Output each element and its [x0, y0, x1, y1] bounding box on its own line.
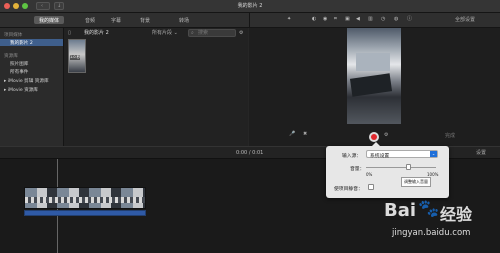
volume-min-label: 0% [366, 172, 373, 177]
clip-filmstrip [25, 197, 145, 203]
tab-my-media[interactable]: 我的媒体 [34, 16, 65, 24]
sidebar-section-project-media: 项目媒体 [4, 33, 23, 38]
viewer: 🎤 ✖ ⚙ 完成 [249, 28, 500, 146]
crop-icon[interactable]: ⌗ [334, 17, 337, 22]
timecode-readout: 0:00 / 0:01 [236, 150, 264, 156]
cross-icon[interactable]: ✖ [303, 132, 307, 137]
video-preview [347, 28, 401, 124]
popover-arrow [372, 142, 380, 146]
clip-filter-select[interactable]: 所有片段 ⌄ [152, 31, 178, 36]
media-clip-thumbnail[interactable]: 1.0 秒 [68, 39, 86, 73]
sidebar-item-imovie-library[interactable]: ▸ iMovie 资源库 [4, 87, 38, 93]
voiceover-popover: 输入源： 系统设置 ⌄ 音量： 0% 100% 调整输入音量 使项目静音： [326, 142, 449, 198]
sidebar-section-libraries: 资源库 [4, 54, 18, 59]
mute-project-label: 使项目静音： [334, 187, 363, 192]
video-clip[interactable] [24, 187, 146, 209]
sidebar-item-my-movie[interactable]: 我的影片 2 [0, 39, 63, 46]
search-input[interactable]: ⌕ 搜索 [188, 29, 236, 37]
input-source-select[interactable]: 系统设置 ⌄ [366, 150, 438, 159]
sidebar-item-all-events[interactable]: 所有事件 [10, 69, 28, 75]
info-icon[interactable]: ⓘ [407, 17, 412, 22]
paw-icon: 🐾 [418, 199, 440, 219]
sidebar-item-photos[interactable]: 照片图库 [10, 61, 28, 67]
volume-tooltip: 调整输入音量 [401, 177, 431, 187]
watermark-url: jingyan.baidu.com [392, 228, 471, 238]
media-browser: ▯ 我的影片 2 所有片段 ⌄ ⌕ 搜索 ⚙ 1.0 秒 [64, 28, 248, 146]
record-icon [371, 134, 377, 140]
screen-image [356, 53, 390, 71]
timeline-settings-button[interactable]: 设置 [476, 151, 486, 156]
color-correction-icon[interactable]: ◉ [323, 17, 327, 22]
keyboard-image [349, 73, 393, 97]
sidebar: 项目媒体 我的影片 2 资源库 照片图库 所有事件 ▸ iMovie 剪辑 资源… [0, 28, 64, 146]
color-balance-icon[interactable]: ◐ [312, 17, 316, 22]
toolbar: 我的媒体 音频 字幕 背景 转场 ✦ ◐ ◉ ⌗ ▣ ◀ ▥ ◷ ◍ ⓘ 全部设… [0, 13, 500, 28]
microphone-icon[interactable]: 🎤 [289, 132, 295, 137]
record-button[interactable] [369, 132, 379, 142]
clip-filter-label: 所有片段 [152, 30, 173, 36]
volume-label: 音量： [350, 167, 365, 172]
sidebar-item-label: iMovie 资源库 [7, 88, 38, 93]
input-source-label: 输入源： [342, 154, 362, 159]
search-placeholder: 搜索 [198, 30, 209, 36]
toolbar-divider [249, 13, 250, 28]
done-button[interactable]: 完成 [445, 134, 455, 139]
noise-reduction-icon[interactable]: ▥ [368, 17, 373, 22]
tab-transitions[interactable]: 转场 [174, 16, 194, 24]
sidebar-toggle-icon[interactable]: ▯ [68, 31, 71, 36]
tab-audio[interactable]: 音频 [80, 16, 100, 24]
gear-icon[interactable]: ⚙ [239, 31, 243, 36]
input-source-value: 系统设置 [370, 154, 390, 159]
chevron-down-icon: ⌄ [430, 151, 437, 157]
speed-icon[interactable]: ◷ [381, 17, 385, 22]
baidu-watermark: Bai 🐾 经验 jingyan.baidu.com [384, 196, 500, 253]
reset-all-button[interactable]: 全部设置 [455, 18, 475, 23]
sidebar-item-imovie-clip-library[interactable]: ▸ iMovie 剪辑 资源库 [4, 78, 49, 84]
volume-slider[interactable] [366, 164, 436, 170]
sidebar-item-label: 我的影片 2 [10, 41, 33, 46]
watermark-brand-left: Bai [384, 200, 417, 221]
watermark-brand-right: 经验 [440, 205, 473, 224]
voiceover-options-icon[interactable]: ⚙ [384, 133, 388, 138]
magic-wand-icon[interactable]: ✦ [287, 17, 291, 22]
filter-icon[interactable]: ◍ [394, 17, 398, 22]
mute-project-checkbox[interactable] [368, 184, 374, 190]
window-title: 我的影片 2 [237, 3, 263, 9]
stabilization-icon[interactable]: ▣ [345, 17, 350, 22]
volume-icon[interactable]: ◀ [356, 17, 360, 22]
browser-title: 我的影片 2 [84, 30, 109, 36]
imovie-window: ‹ ↓ 我的影片 2 我的媒体 音频 字幕 背景 转场 ✦ ◐ ◉ ⌗ ▣ ◀ … [0, 0, 500, 253]
tab-backgrounds[interactable]: 背景 [135, 16, 155, 24]
sidebar-item-label: iMovie 剪辑 资源库 [7, 79, 49, 84]
clip-duration: 1.0 秒 [70, 55, 81, 60]
title-bar: ‹ ↓ 我的影片 2 [0, 0, 500, 13]
volume-slider-knob[interactable] [405, 164, 411, 170]
tab-titles[interactable]: 字幕 [106, 16, 126, 24]
audio-track[interactable] [24, 210, 146, 216]
search-icon: ⌕ [191, 30, 194, 36]
